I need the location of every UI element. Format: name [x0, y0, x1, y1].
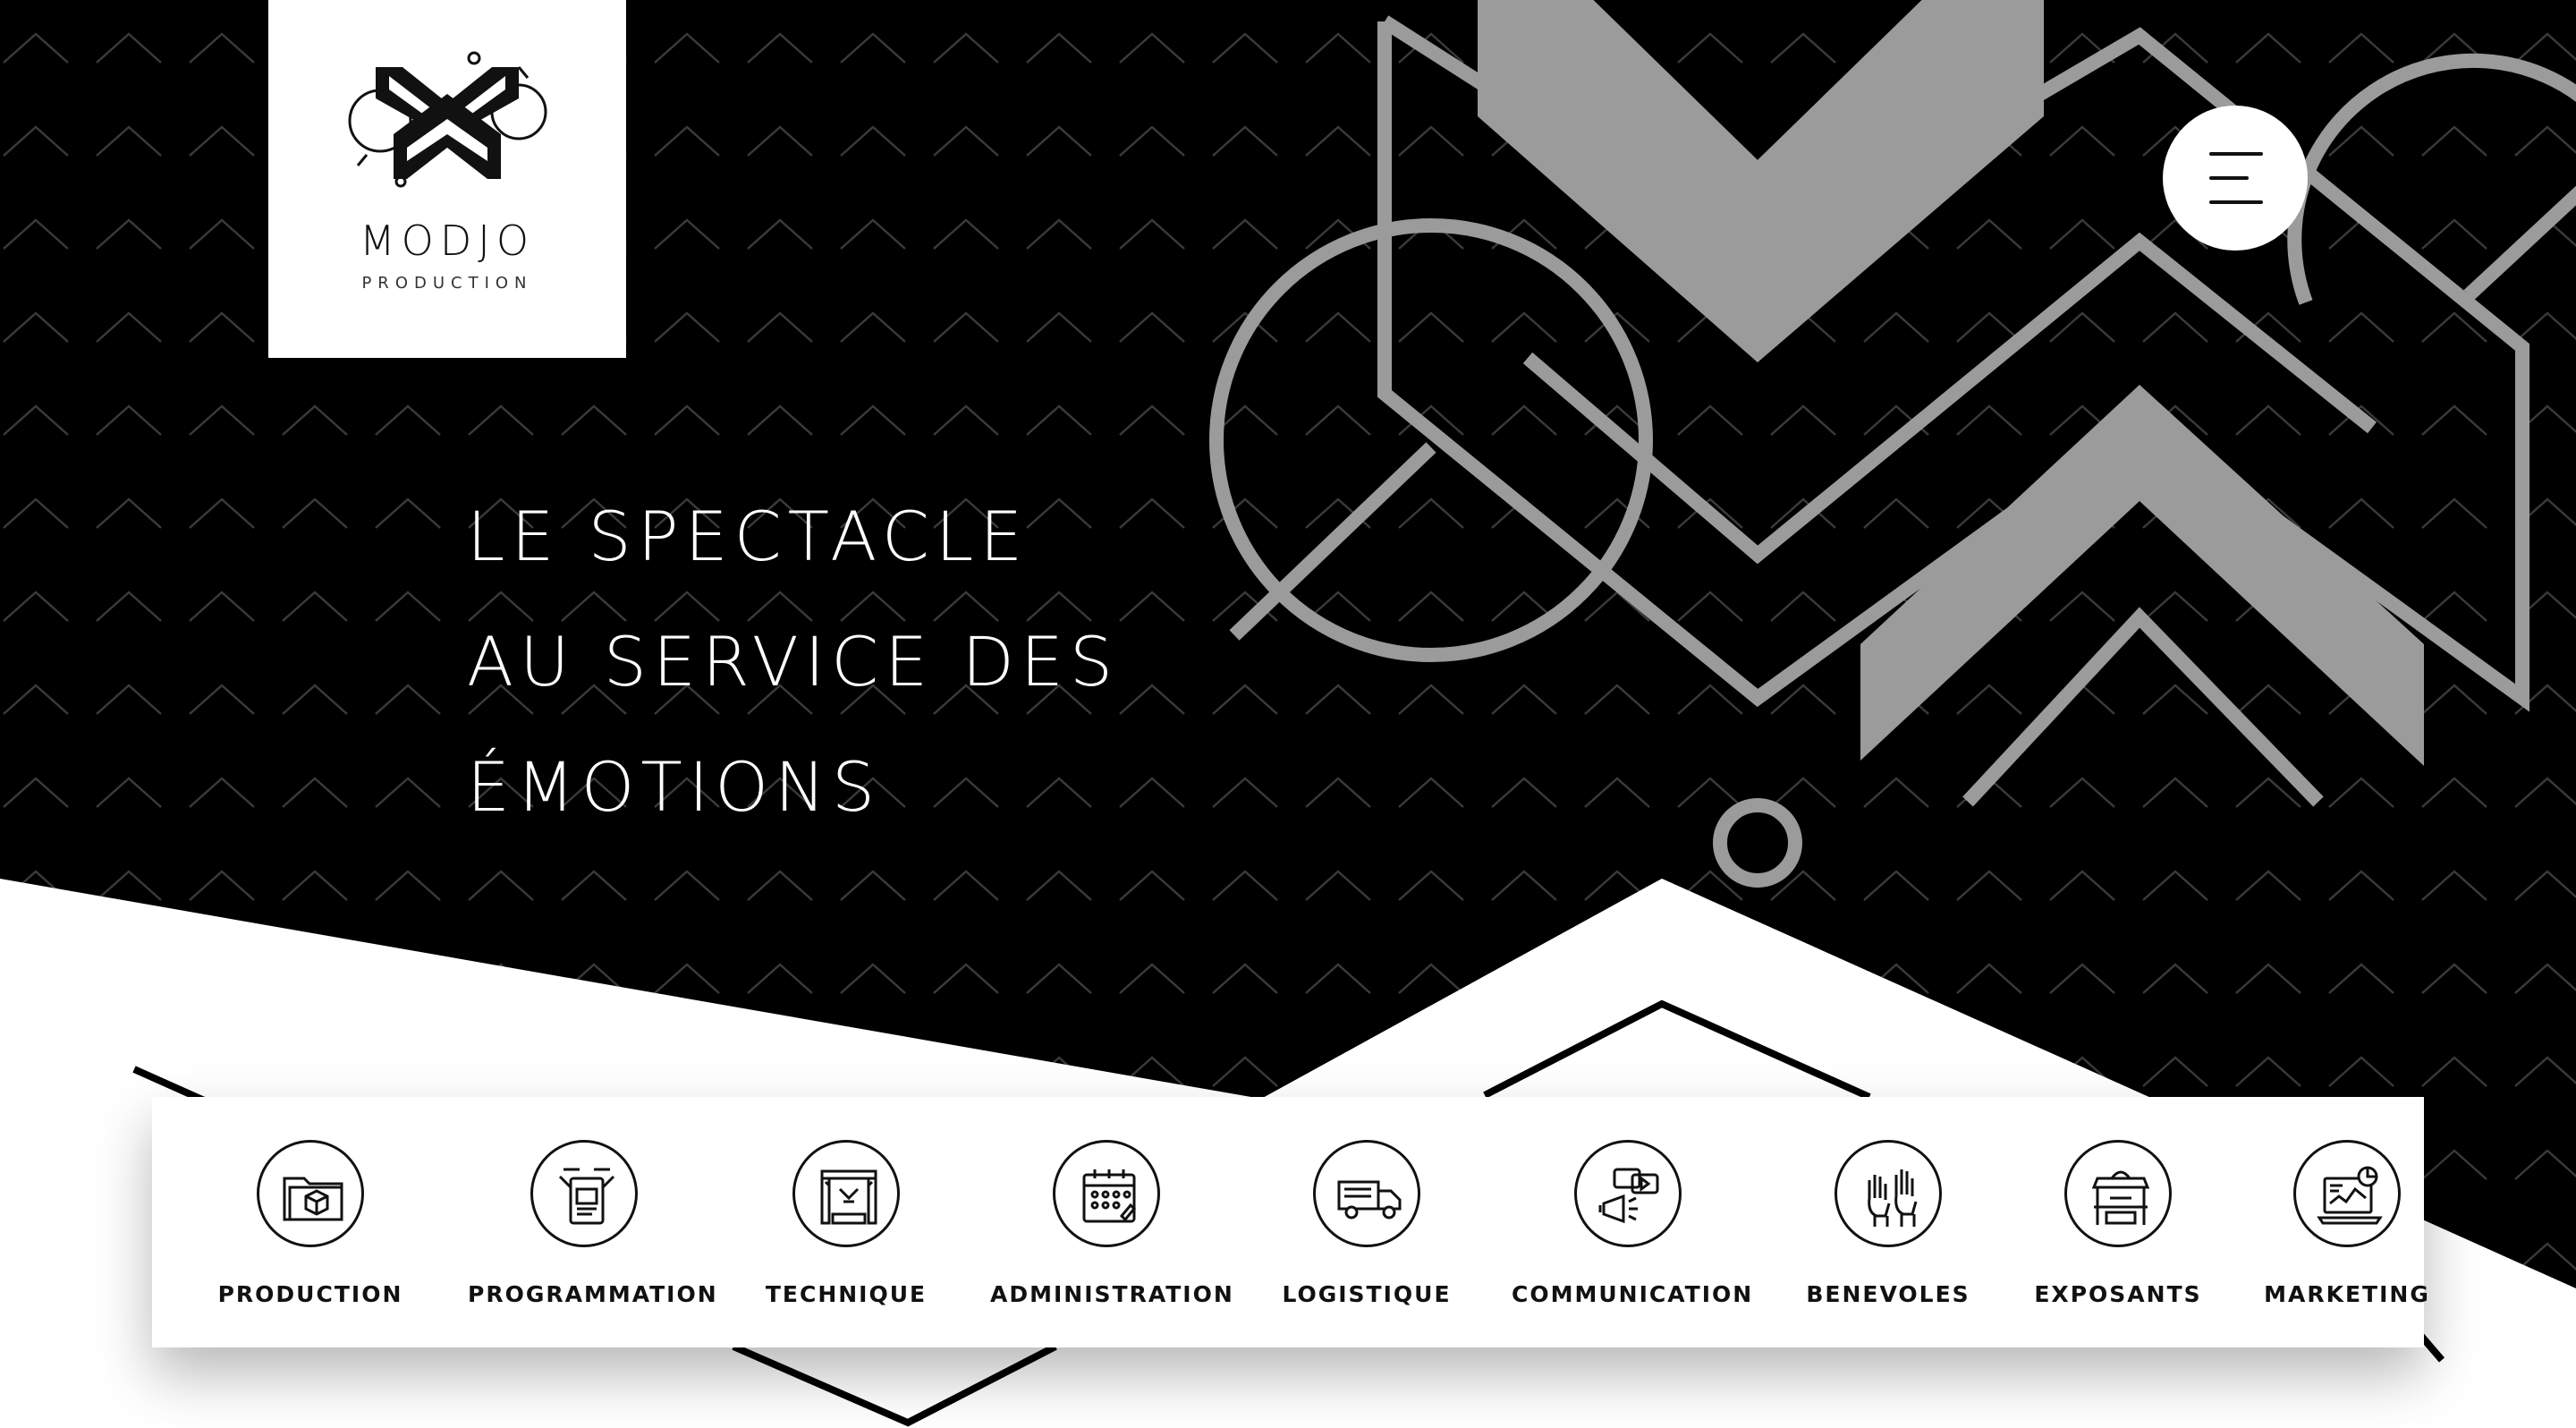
hamburger-line-bottom — [2209, 200, 2263, 204]
service-logistique[interactable]: LOGISTIQUE — [1250, 1140, 1483, 1307]
food-stand-icon — [2091, 1170, 2150, 1225]
service-benevoles[interactable]: BENEVOLES — [1772, 1140, 2004, 1307]
service-production-label: PRODUCTION — [217, 1281, 403, 1307]
brand-subtitle: PRODUCTION — [361, 274, 533, 293]
service-programmation[interactable]: PROGRAMMATION — [468, 1140, 718, 1307]
hero-title-line-2: AU SERVICE DES — [467, 622, 1120, 701]
raised-hands-icon — [1868, 1169, 1918, 1227]
hero-title-line-3: ÉMOTIONS — [467, 747, 882, 827]
service-production-circle — [257, 1140, 364, 1247]
brand-logo[interactable]: MODJO PRODUCTION — [268, 0, 626, 358]
hamburger-menu-button[interactable] — [2163, 106, 2308, 251]
service-marketing-circle — [2293, 1140, 2401, 1247]
service-benevoles-circle — [1835, 1140, 1942, 1247]
service-marketing[interactable]: MARKETING — [2231, 1140, 2463, 1307]
calendar-icon — [1082, 1169, 1137, 1223]
service-logistique-circle — [1313, 1140, 1420, 1247]
service-marketing-label: MARKETING — [2264, 1281, 2430, 1307]
truck-icon — [1337, 1180, 1402, 1220]
service-exposants[interactable]: EXPOSANTS — [2002, 1140, 2234, 1307]
hamburger-line-middle — [2209, 176, 2249, 180]
service-exposants-circle — [2064, 1140, 2172, 1247]
laptop-chart-icon — [2317, 1166, 2383, 1225]
service-production[interactable]: PRODUCTION — [194, 1140, 427, 1307]
service-programmation-label: PROGRAMMATION — [468, 1281, 718, 1307]
service-administration-label: ADMINISTRATION — [990, 1281, 1234, 1307]
service-programmation-circle — [530, 1140, 638, 1247]
service-exposants-label: EXPOSANTS — [2034, 1281, 2202, 1307]
hero-title-line-1: LE SPECTACLE — [467, 497, 1030, 576]
modjo-logo-icon — [348, 51, 547, 188]
service-technique[interactable]: TECHNIQUE — [730, 1140, 962, 1307]
stage-truss-icon — [820, 1169, 877, 1225]
tablet-contract-icon — [558, 1168, 615, 1225]
brand-name: MODJO — [359, 217, 536, 265]
services-bar: PRODUCTION PROGRAMMATION TECHNIQUE ADMIN… — [152, 1097, 2428, 1347]
megaphone-chat-icon — [1598, 1168, 1659, 1224]
hero-title: LE SPECTACLE AU SERVICE DES ÉMOTIONS — [467, 474, 1119, 850]
service-logistique-label: LOGISTIQUE — [1282, 1281, 1452, 1307]
service-benevoles-label: BENEVOLES — [1806, 1281, 1970, 1307]
service-communication-label: COMMUNICATION — [1512, 1281, 1754, 1307]
service-communication[interactable]: COMMUNICATION — [1512, 1140, 1754, 1307]
service-technique-label: TECHNIQUE — [765, 1281, 928, 1307]
service-administration-circle — [1053, 1140, 1160, 1247]
service-communication-circle — [1574, 1140, 1682, 1247]
service-technique-circle — [792, 1140, 900, 1247]
hamburger-menu-icon — [2209, 152, 2263, 156]
service-administration[interactable]: ADMINISTRATION — [990, 1140, 1234, 1307]
folder-box-icon — [283, 1177, 343, 1221]
